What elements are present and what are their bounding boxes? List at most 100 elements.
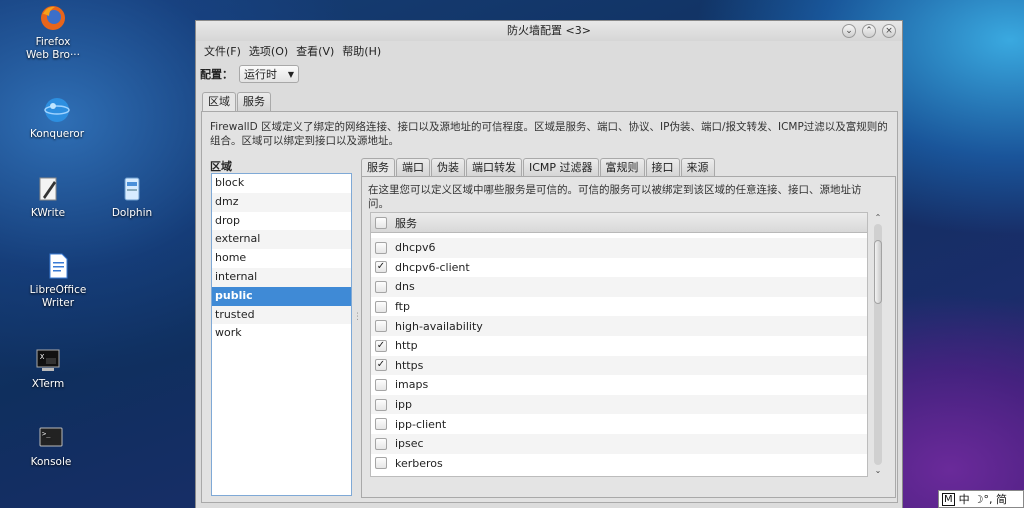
close-icon: ×	[885, 26, 893, 36]
scroll-down-icon[interactable]: ⌄	[872, 465, 884, 477]
desktop-icon-label: Dolphin	[111, 207, 153, 219]
service-name: dhcpv6	[395, 241, 436, 255]
service-checkbox[interactable]	[375, 280, 387, 293]
desktop-icon-dolphin[interactable]: Dolphin	[90, 175, 174, 220]
service-row-high-availability[interactable]: high-availability	[371, 316, 867, 336]
menu-file[interactable]: 文件(F)	[200, 43, 245, 59]
services-column-header[interactable]: 服务	[371, 213, 867, 233]
chevron-down-icon: ▼	[287, 69, 294, 79]
firewall-config-window: 防火墙配置 <3> ⌄ ⌃ × 文件(F) 选项(O) 查看(V) 帮助(H) …	[195, 20, 903, 508]
desktop-icon-label: Firefox	[35, 36, 71, 48]
desktop-icon-kwrite[interactable]: KWrite	[6, 175, 90, 220]
kwrite-icon	[39, 177, 57, 201]
ime-mode-indicator[interactable]: M	[942, 492, 955, 506]
splitter-handle[interactable]: ⋮	[353, 312, 362, 322]
tab-services[interactable]: 服务	[237, 92, 271, 111]
services-description: 在这里您可以定义区域中哪些服务是可信的。可信的服务可以被绑定到该区域的任意连接、…	[368, 184, 862, 210]
tab-zone-rich-rules[interactable]: 富规则	[599, 158, 645, 177]
ime-language[interactable]: 中	[959, 491, 970, 507]
chevron-down-icon: ⌄	[845, 26, 853, 36]
zone-item-work[interactable]: work	[212, 324, 351, 343]
service-row-ftp[interactable]: ftp	[371, 297, 867, 317]
scroll-thumb[interactable]	[874, 240, 882, 304]
zone-item-trusted[interactable]: trusted	[212, 305, 351, 325]
zone-item-public[interactable]: public	[212, 286, 351, 306]
libreoffice-writer-icon	[49, 253, 68, 279]
input-method-toolbar[interactable]: M 中 ☽°, 简	[938, 490, 1024, 508]
zone-item-block[interactable]: block	[212, 174, 351, 193]
menu-help[interactable]: 帮助(H)	[338, 43, 385, 59]
zone-item-dmz[interactable]: dmz	[212, 192, 351, 212]
config-label: 配置：	[200, 68, 233, 81]
desktop-icon-konqueror[interactable]: Konqueror	[15, 96, 99, 141]
tab-zone-services[interactable]: 服务	[361, 158, 395, 178]
service-row-ipp-client[interactable]: ipp-client	[371, 414, 867, 434]
zone-item-drop[interactable]: drop	[212, 212, 351, 231]
zone-item-external[interactable]: external	[212, 230, 351, 250]
tab-zone-interfaces[interactable]: 接口	[645, 158, 680, 177]
service-checkbox[interactable]	[375, 457, 387, 470]
zone-description: FirewallD 区域定义了绑定的网络连接、接口以及源地址的可信程度。区域是服…	[210, 121, 888, 147]
service-row-https[interactable]: ✓ https	[371, 355, 867, 376]
service-checkbox[interactable]	[375, 300, 387, 313]
close-button[interactable]: ×	[882, 24, 896, 38]
service-row-ipsec[interactable]: ipsec	[371, 433, 867, 454]
desktop-icon-label: Web Bro···	[26, 49, 80, 61]
tab-zone-sources[interactable]: 来源	[680, 158, 715, 177]
config-select[interactable]: 运行时 ▼	[239, 65, 299, 83]
desktop-icon-libreoffice-writer[interactable]: LibreOffice Writer	[16, 252, 100, 310]
tab-zone-masquerade[interactable]: 伪装	[431, 158, 465, 177]
service-row-dhcpv6-client[interactable]: ✓ dhcpv6-client	[371, 258, 867, 278]
zone-item-home[interactable]: home	[212, 249, 351, 268]
window-menu-button[interactable]: ⌄	[842, 24, 856, 38]
service-row-dhcpv6[interactable]: dhcpv6	[371, 238, 867, 258]
tab-zones[interactable]: 区域	[202, 92, 236, 112]
minimize-button[interactable]: ⌃	[862, 24, 876, 38]
service-name: ipsec	[395, 437, 424, 451]
scroll-up-icon[interactable]: ⌃	[872, 212, 884, 224]
service-checkbox[interactable]: ✓	[375, 359, 387, 372]
service-checkbox[interactable]	[375, 398, 387, 411]
desktop-icon-xterm[interactable]: X XTerm	[6, 346, 90, 391]
tab-zone-port-forward[interactable]: 端口转发	[466, 158, 522, 177]
service-checkbox[interactable]: ✓	[375, 261, 387, 274]
desktop-icon-label: LibreOffice	[29, 284, 87, 296]
service-row-ipp[interactable]: ipp	[371, 394, 867, 415]
zone-item-internal[interactable]: internal	[212, 267, 351, 287]
ime-options[interactable]: ☽°, 简	[974, 491, 1007, 507]
service-row-http[interactable]: ✓ http	[371, 336, 867, 356]
service-checkbox[interactable]	[375, 241, 387, 254]
service-checkbox[interactable]	[375, 418, 387, 431]
zone-list: block dmz drop external home internal pu…	[211, 173, 352, 496]
zones-panel: FirewallD 区域定义了绑定的网络连接、接口以及源地址的可信程度。区域是服…	[201, 111, 898, 503]
service-name: high-availability	[395, 319, 483, 333]
services-scrollbar[interactable]: ⌃ ⌄	[872, 212, 884, 477]
desktop-icon-firefox[interactable]: Firefox Web Bro···	[11, 4, 95, 62]
konsole-icon: >_	[39, 427, 63, 447]
config-select-value: 运行时	[244, 68, 277, 81]
tab-zone-ports[interactable]: 端口	[396, 158, 430, 177]
service-name: ipp	[395, 398, 413, 412]
menubar: 文件(F) 选项(O) 查看(V) 帮助(H)	[196, 42, 902, 60]
tab-zone-icmp-filter[interactable]: ICMP 过滤器	[523, 158, 599, 177]
service-checkbox[interactable]	[375, 320, 387, 333]
service-checkbox[interactable]: ✓	[375, 339, 387, 352]
service-checkbox[interactable]	[375, 378, 387, 391]
xterm-icon: X	[36, 349, 60, 371]
desktop-icon-konsole[interactable]: >_ Konsole	[9, 424, 93, 469]
menu-options[interactable]: 选项(O)	[245, 43, 292, 59]
menu-view[interactable]: 查看(V)	[292, 43, 338, 59]
service-row-imaps[interactable]: imaps	[371, 375, 867, 395]
desktop-icon-label: Konsole	[30, 456, 72, 468]
service-checkbox[interactable]	[375, 437, 387, 450]
config-row: 配置： 运行时 ▼	[200, 65, 299, 83]
service-row-dns[interactable]: dns	[371, 277, 867, 297]
scroll-track[interactable]	[874, 224, 882, 465]
service-name: kerberos	[395, 456, 443, 470]
service-name: ipp-client	[395, 417, 447, 431]
window-titlebar[interactable]: 防火墙配置 <3> ⌄ ⌃ ×	[196, 21, 902, 41]
firefox-icon	[41, 6, 65, 30]
service-row-kerberos[interactable]: kerberos	[371, 454, 867, 474]
header-checkbox	[375, 216, 387, 229]
service-name: dhcpv6-client	[395, 260, 470, 274]
